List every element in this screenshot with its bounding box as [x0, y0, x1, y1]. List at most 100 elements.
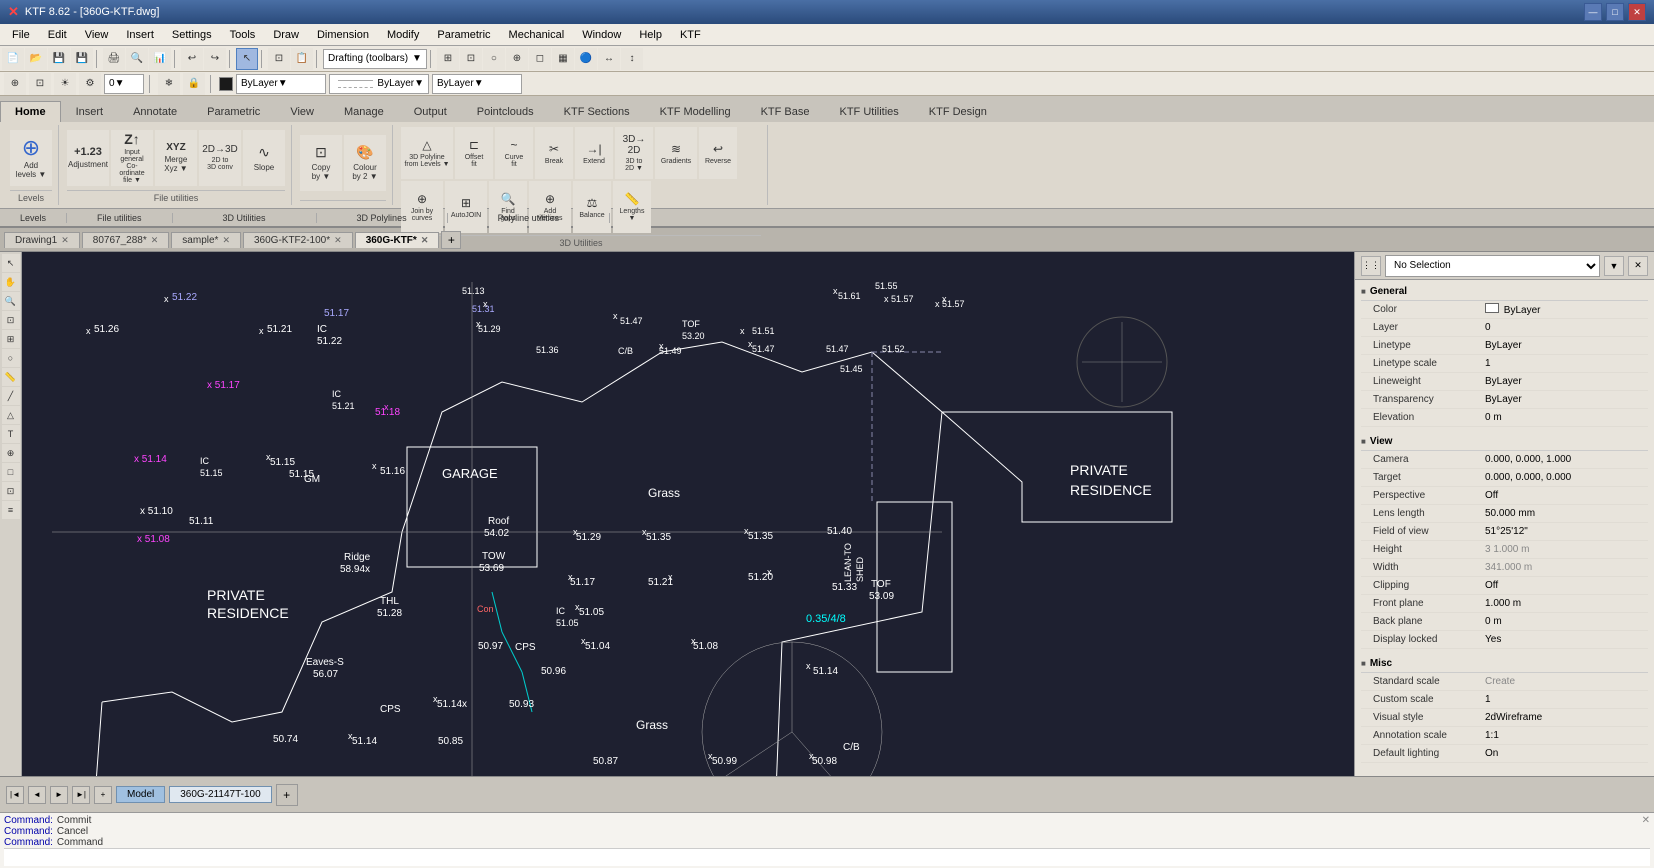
view-btn6[interactable]: ▦ [552, 48, 574, 70]
add-layout-button[interactable]: + [276, 784, 298, 806]
offset-fit-button[interactable]: ⊏ Offsetfit [455, 127, 493, 179]
menu-item-help[interactable]: Help [631, 27, 670, 43]
view-btn4[interactable]: ⊕ [506, 48, 528, 70]
join-curves-button[interactable]: ⊕ Join bycurves [401, 181, 443, 233]
print-button[interactable]: 🖨 [103, 48, 125, 70]
ribbon-tab-pointclouds[interactable]: Pointclouds [462, 101, 549, 122]
layer-number-dropdown[interactable]: 0▼ [104, 74, 144, 94]
pan-tool[interactable]: ✋ [2, 273, 20, 291]
menu-item-draw[interactable]: Draw [265, 27, 307, 43]
menu-item-tools[interactable]: Tools [222, 27, 264, 43]
select-tool[interactable]: □ [2, 463, 20, 481]
misc-header[interactable]: ■ Misc [1361, 655, 1648, 673]
copy-button[interactable]: ⊡ [268, 48, 290, 70]
layer-btn3[interactable]: ☀ [54, 73, 76, 95]
redo-button[interactable]: ↪ [204, 48, 226, 70]
view-btn7[interactable]: 🔵 [575, 48, 597, 70]
measure-tool[interactable]: 📏 [2, 368, 20, 386]
toolbar-style-dropdown[interactable]: Drafting (toolbars) ▼ [323, 49, 427, 69]
ribbon-tab-output[interactable]: Output [399, 101, 462, 122]
view-btn9[interactable]: ↕ [621, 48, 643, 70]
command-input[interactable] [4, 848, 1650, 866]
color-swatch[interactable] [219, 77, 233, 91]
doc-tab-close[interactable]: ✕ [334, 235, 342, 246]
gradients-button[interactable]: ≋ Gradients [655, 127, 697, 179]
menu-item-insert[interactable]: Insert [118, 27, 162, 43]
zoom-window-tool[interactable]: ⊡ [2, 311, 20, 329]
doc-tab-drawing1[interactable]: Drawing1✕ [4, 232, 80, 248]
bylayer-color-dropdown[interactable]: ByLayer▼ [236, 74, 326, 94]
ribbon-tab-parametric[interactable]: Parametric [192, 101, 275, 122]
plot-button[interactable]: 📊 [149, 48, 171, 70]
undo-button[interactable]: ↩ [181, 48, 203, 70]
selection-dropdown[interactable]: No Selection [1385, 255, 1600, 277]
restore-button[interactable]: □ [1606, 3, 1624, 21]
snap-tool[interactable]: ⊕ [2, 444, 20, 462]
menu-item-ktf[interactable]: KTF [672, 27, 709, 43]
view-btn1[interactable]: ⊞ [437, 48, 459, 70]
view-btn3[interactable]: ○ [483, 48, 505, 70]
menu-item-view[interactable]: View [77, 27, 117, 43]
find-gaps-button[interactable]: 🔍 Findgaps [489, 181, 527, 233]
menu-item-dimension[interactable]: Dimension [309, 27, 377, 43]
zoom-tool[interactable]: 🔍 [2, 292, 20, 310]
nav-prev-button[interactable]: ◄ [28, 786, 46, 804]
close-button[interactable]: ✕ [1628, 3, 1646, 21]
doc-tab-close[interactable]: ✕ [222, 235, 230, 246]
doc-tab-close[interactable]: ✕ [61, 235, 69, 246]
view-btn5[interactable]: ◻ [529, 48, 551, 70]
ribbon-tab-annotate[interactable]: Annotate [118, 101, 192, 122]
properties-scroll[interactable]: ■ General Color ByLayer Layer 0 Linetype [1355, 280, 1654, 776]
view-btn2[interactable]: ⊡ [460, 48, 482, 70]
lock-btn[interactable]: 🔒 [183, 73, 205, 95]
view-header[interactable]: ■ View [1361, 433, 1648, 451]
bylayer-lineweight-dropdown[interactable]: ByLayer▼ [432, 74, 522, 94]
doc-tab-close[interactable]: ✕ [151, 235, 159, 246]
bylayer-linetype-dropdown[interactable]: ByLayer▼ [329, 74, 429, 94]
minimize-button[interactable]: — [1584, 3, 1602, 21]
doc-tab-360g-ktf2-100-[interactable]: 360G-KTF2-100*✕ [243, 232, 353, 248]
menu-item-mechanical[interactable]: Mechanical [501, 27, 573, 43]
layer-btn2[interactable]: ⊡ [29, 73, 51, 95]
menu-item-window[interactable]: Window [574, 27, 629, 43]
doc-tab-360g-ktf-[interactable]: 360G-KTF*✕ [355, 232, 440, 248]
panel-dots-button[interactable]: ⋮⋮ [1361, 256, 1381, 276]
arrow-tool[interactable]: ↖ [2, 254, 20, 272]
ribbon-tab-ktf-utilities[interactable]: KTF Utilities [825, 101, 914, 122]
colour-by-button[interactable]: 🎨 Colourby 2 ▼ [344, 135, 386, 191]
model-tab[interactable]: Model [116, 786, 165, 803]
doc-tab-80767-288-[interactable]: 80767_288*✕ [82, 232, 170, 248]
open-button[interactable]: 📂 [25, 48, 47, 70]
add-levels-button[interactable]: ⊕ Addlevels ▼ [10, 130, 52, 186]
menu-item-settings[interactable]: Settings [164, 27, 220, 43]
canvas-area[interactable]: .cad-text { fill: white; font-family: Ar… [22, 252, 1354, 776]
ribbon-tab-manage[interactable]: Manage [329, 101, 399, 122]
2d-3d-conv-button[interactable]: 2D→3D 2D to3D conv [199, 130, 241, 186]
save-button[interactable]: 💾 [48, 48, 70, 70]
draw-line-tool[interactable]: ╱ [2, 387, 20, 405]
add-doc-tab-button[interactable]: + [441, 231, 461, 249]
merge-xyz-button[interactable]: XYZ MergeXyz ▼ [155, 130, 197, 186]
slope-button[interactable]: ∿ Slope [243, 130, 285, 186]
coordinate-file-button[interactable]: Z↑ Input generalCo-ordinate file ▼ [111, 130, 153, 186]
menu-item-modify[interactable]: Modify [379, 27, 427, 43]
new-button[interactable]: 📄 [2, 48, 24, 70]
text-tool[interactable]: T [2, 425, 20, 443]
freeze-btn[interactable]: ❄ [158, 73, 180, 95]
doc-tab-sample-[interactable]: sample*✕ [171, 232, 241, 248]
panel-close-button[interactable]: ✕ [1628, 256, 1648, 276]
break-button[interactable]: ✂ Break [535, 127, 573, 179]
add-vertices-button[interactable]: ⊕ AddVertices [529, 181, 571, 233]
panel-filter-button[interactable]: ▼ [1604, 256, 1624, 276]
ribbon-tab-home[interactable]: Home [0, 101, 61, 122]
menu-item-parametric[interactable]: Parametric [429, 27, 498, 43]
lengths-button[interactable]: 📏 Lengths▼ [613, 181, 651, 233]
layout-tab[interactable]: 360G-21147T-100 [169, 786, 271, 803]
properties-tool[interactable]: ≡ [2, 501, 20, 519]
ribbon-tab-ktf-design[interactable]: KTF Design [914, 101, 1002, 122]
ribbon-tab-ktf-modelling[interactable]: KTF Modelling [645, 101, 746, 122]
reverse-button[interactable]: ↩ Reverse [699, 127, 737, 179]
balance-button[interactable]: ⚖ Balance [573, 181, 611, 233]
layer-tool[interactable]: ⊡ [2, 482, 20, 500]
nav-last-button[interactable]: ►| [72, 786, 90, 804]
